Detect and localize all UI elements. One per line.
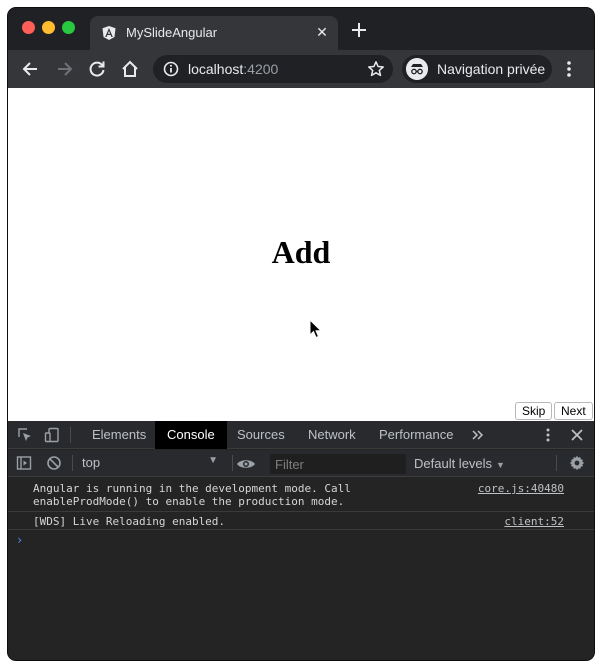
minimize-window-button[interactable] bbox=[42, 21, 55, 34]
clear-console-icon[interactable] bbox=[46, 455, 62, 471]
tab-console[interactable]: Console bbox=[155, 421, 227, 449]
address-bar[interactable]: localhost:4200 bbox=[153, 55, 393, 83]
page-heading: Add bbox=[271, 234, 331, 270]
inspect-element-icon[interactable] bbox=[17, 427, 33, 443]
log-levels-label: Default levels bbox=[414, 456, 493, 471]
angular-logo-icon bbox=[102, 26, 116, 40]
browser-tab[interactable]: MySlideAngular ✕ bbox=[90, 16, 338, 50]
toolbar-divider bbox=[70, 427, 71, 443]
tab-performance[interactable]: Performance bbox=[367, 421, 465, 449]
next-button[interactable]: Next bbox=[554, 402, 593, 420]
log-levels-dropdown[interactable]: Default levels ▼ bbox=[414, 456, 505, 471]
live-expression-eye-icon[interactable] bbox=[236, 456, 256, 472]
console-message-text: Angular is running in the development mo… bbox=[33, 482, 351, 508]
info-icon[interactable] bbox=[163, 61, 179, 77]
console-source-link[interactable]: client:52 bbox=[504, 515, 564, 528]
maximize-window-button[interactable] bbox=[62, 21, 75, 34]
show-sidebar-icon[interactable] bbox=[16, 455, 32, 471]
skip-button[interactable]: Skip bbox=[515, 402, 553, 420]
console-settings-gear-icon[interactable] bbox=[569, 455, 585, 471]
toolbar-divider bbox=[232, 455, 233, 471]
tab-network[interactable]: Network bbox=[296, 421, 368, 449]
more-menu-icon[interactable] bbox=[564, 59, 574, 79]
close-window-button[interactable] bbox=[22, 21, 35, 34]
back-arrow-icon[interactable] bbox=[21, 59, 41, 79]
profile-label: Navigation privée bbox=[437, 61, 546, 77]
device-toolbar-icon[interactable] bbox=[44, 427, 60, 443]
console-prompt-chevron-icon: › bbox=[16, 533, 24, 547]
url-host: localhost bbox=[188, 61, 244, 77]
browser-toolbar: localhost:4200 Navigation privée bbox=[8, 50, 594, 88]
devtools-menu-icon[interactable] bbox=[540, 427, 556, 443]
incognito-icon bbox=[406, 58, 428, 80]
tab-elements[interactable]: Elements bbox=[80, 421, 158, 449]
forward-arrow-icon[interactable] bbox=[54, 59, 74, 79]
toolbar-divider bbox=[556, 455, 557, 471]
context-value: top bbox=[82, 455, 101, 470]
home-icon[interactable] bbox=[120, 59, 140, 79]
url-text: localhost:4200 bbox=[188, 61, 278, 77]
devtools-panel: Elements Console Sources Network Perform… bbox=[8, 421, 594, 660]
browser-window: MySlideAngular ✕ localhost:4200 Navigati… bbox=[8, 8, 594, 660]
url-port: :4200 bbox=[243, 61, 279, 77]
tab-close-icon[interactable]: ✕ bbox=[314, 24, 330, 40]
bookmark-star-icon[interactable] bbox=[367, 60, 385, 78]
more-tabs-chevron-icon[interactable] bbox=[470, 427, 486, 443]
context-selector[interactable]: top ▼ bbox=[82, 454, 222, 473]
tab-strip: MySlideAngular ✕ bbox=[8, 8, 594, 50]
console-message: [WDS] Live Reloading enabled. client:52 bbox=[8, 512, 594, 530]
new-tab-icon[interactable] bbox=[350, 21, 368, 39]
close-devtools-icon[interactable] bbox=[569, 427, 585, 443]
toolbar-divider bbox=[72, 455, 73, 471]
dropdown-arrow-icon: ▼ bbox=[496, 460, 505, 470]
incognito-profile-button[interactable]: Navigation privée bbox=[402, 55, 552, 83]
dropdown-arrow-icon: ▼ bbox=[208, 455, 218, 466]
console-output: Angular is running in the development mo… bbox=[8, 478, 594, 660]
console-message: Angular is running in the development mo… bbox=[8, 478, 594, 512]
console-toolbar: top ▼ Default levels▼ bbox=[8, 450, 594, 477]
devtools-tab-bar: Elements Console Sources Network Perform… bbox=[8, 421, 594, 449]
console-source-link[interactable]: core.js:40480 bbox=[478, 482, 564, 495]
tab-sources[interactable]: Sources bbox=[225, 421, 297, 449]
reload-icon[interactable] bbox=[87, 59, 107, 79]
tab-title: MySlideAngular bbox=[126, 25, 218, 40]
mouse-pointer-icon bbox=[309, 319, 323, 339]
console-prompt-row[interactable]: › bbox=[8, 530, 594, 550]
console-filter-input[interactable] bbox=[270, 454, 406, 474]
console-message-text: [WDS] Live Reloading enabled. bbox=[33, 515, 226, 528]
page-viewport: Add Skip Next bbox=[8, 88, 594, 421]
